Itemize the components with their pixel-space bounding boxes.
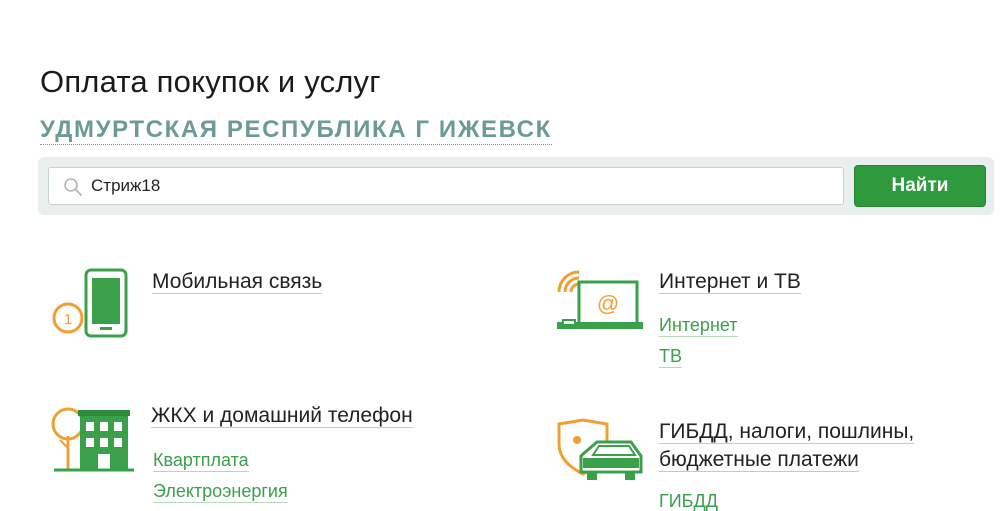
category-title[interactable]: ЖКХ и домашний телефон [151, 402, 413, 429]
link-electricity[interactable]: Электроэнергия [153, 480, 288, 503]
link-tv[interactable]: ТВ [659, 345, 683, 368]
link-internet[interactable]: Интернет [659, 314, 738, 337]
category-mobile[interactable]: 1 Мобильная связь [48, 264, 468, 344]
house-tree-icon [51, 407, 134, 472]
search-input[interactable] [91, 168, 831, 204]
laptop-wifi-icon: @ [557, 270, 643, 329]
search-field[interactable] [48, 167, 844, 205]
payment-page: Оплата покупок и услуг УДМУРТСКАЯ РЕСПУБ… [0, 0, 1000, 511]
page-title: Оплата покупок и услуг [40, 64, 381, 99]
search-icon [64, 178, 82, 196]
svg-text:@: @ [597, 291, 619, 316]
mobile-phone-icon: 1 [52, 268, 128, 338]
category-title-line1[interactable]: ГИБДД, налоги, пошлины, [659, 418, 915, 445]
search-panel: Найти [38, 157, 994, 215]
find-button[interactable]: Найти [854, 165, 986, 207]
category-gibdd-taxes[interactable]: ГИБДД, налоги, пошлины, бюджетные платеж… [553, 418, 993, 511]
region-selector[interactable]: УДМУРТСКАЯ РЕСПУБЛИКА Г ИЖЕВСК [40, 116, 552, 145]
link-gibdd[interactable]: ГИБДД [659, 490, 718, 511]
category-title[interactable]: Мобильная связь [152, 268, 323, 295]
car-shield-icon [557, 418, 643, 480]
svg-text:1: 1 [64, 311, 72, 328]
category-internet-tv[interactable]: @ Интернет и ТВ Интернет ТВ [553, 264, 973, 374]
category-title[interactable]: Интернет и ТВ [659, 268, 801, 295]
link-rent[interactable]: Квартплата [153, 449, 249, 472]
category-title-line2[interactable]: бюджетные платежи [659, 446, 859, 473]
category-housing[interactable]: ЖКХ и домашний телефон Квартплата Электр… [48, 398, 488, 508]
